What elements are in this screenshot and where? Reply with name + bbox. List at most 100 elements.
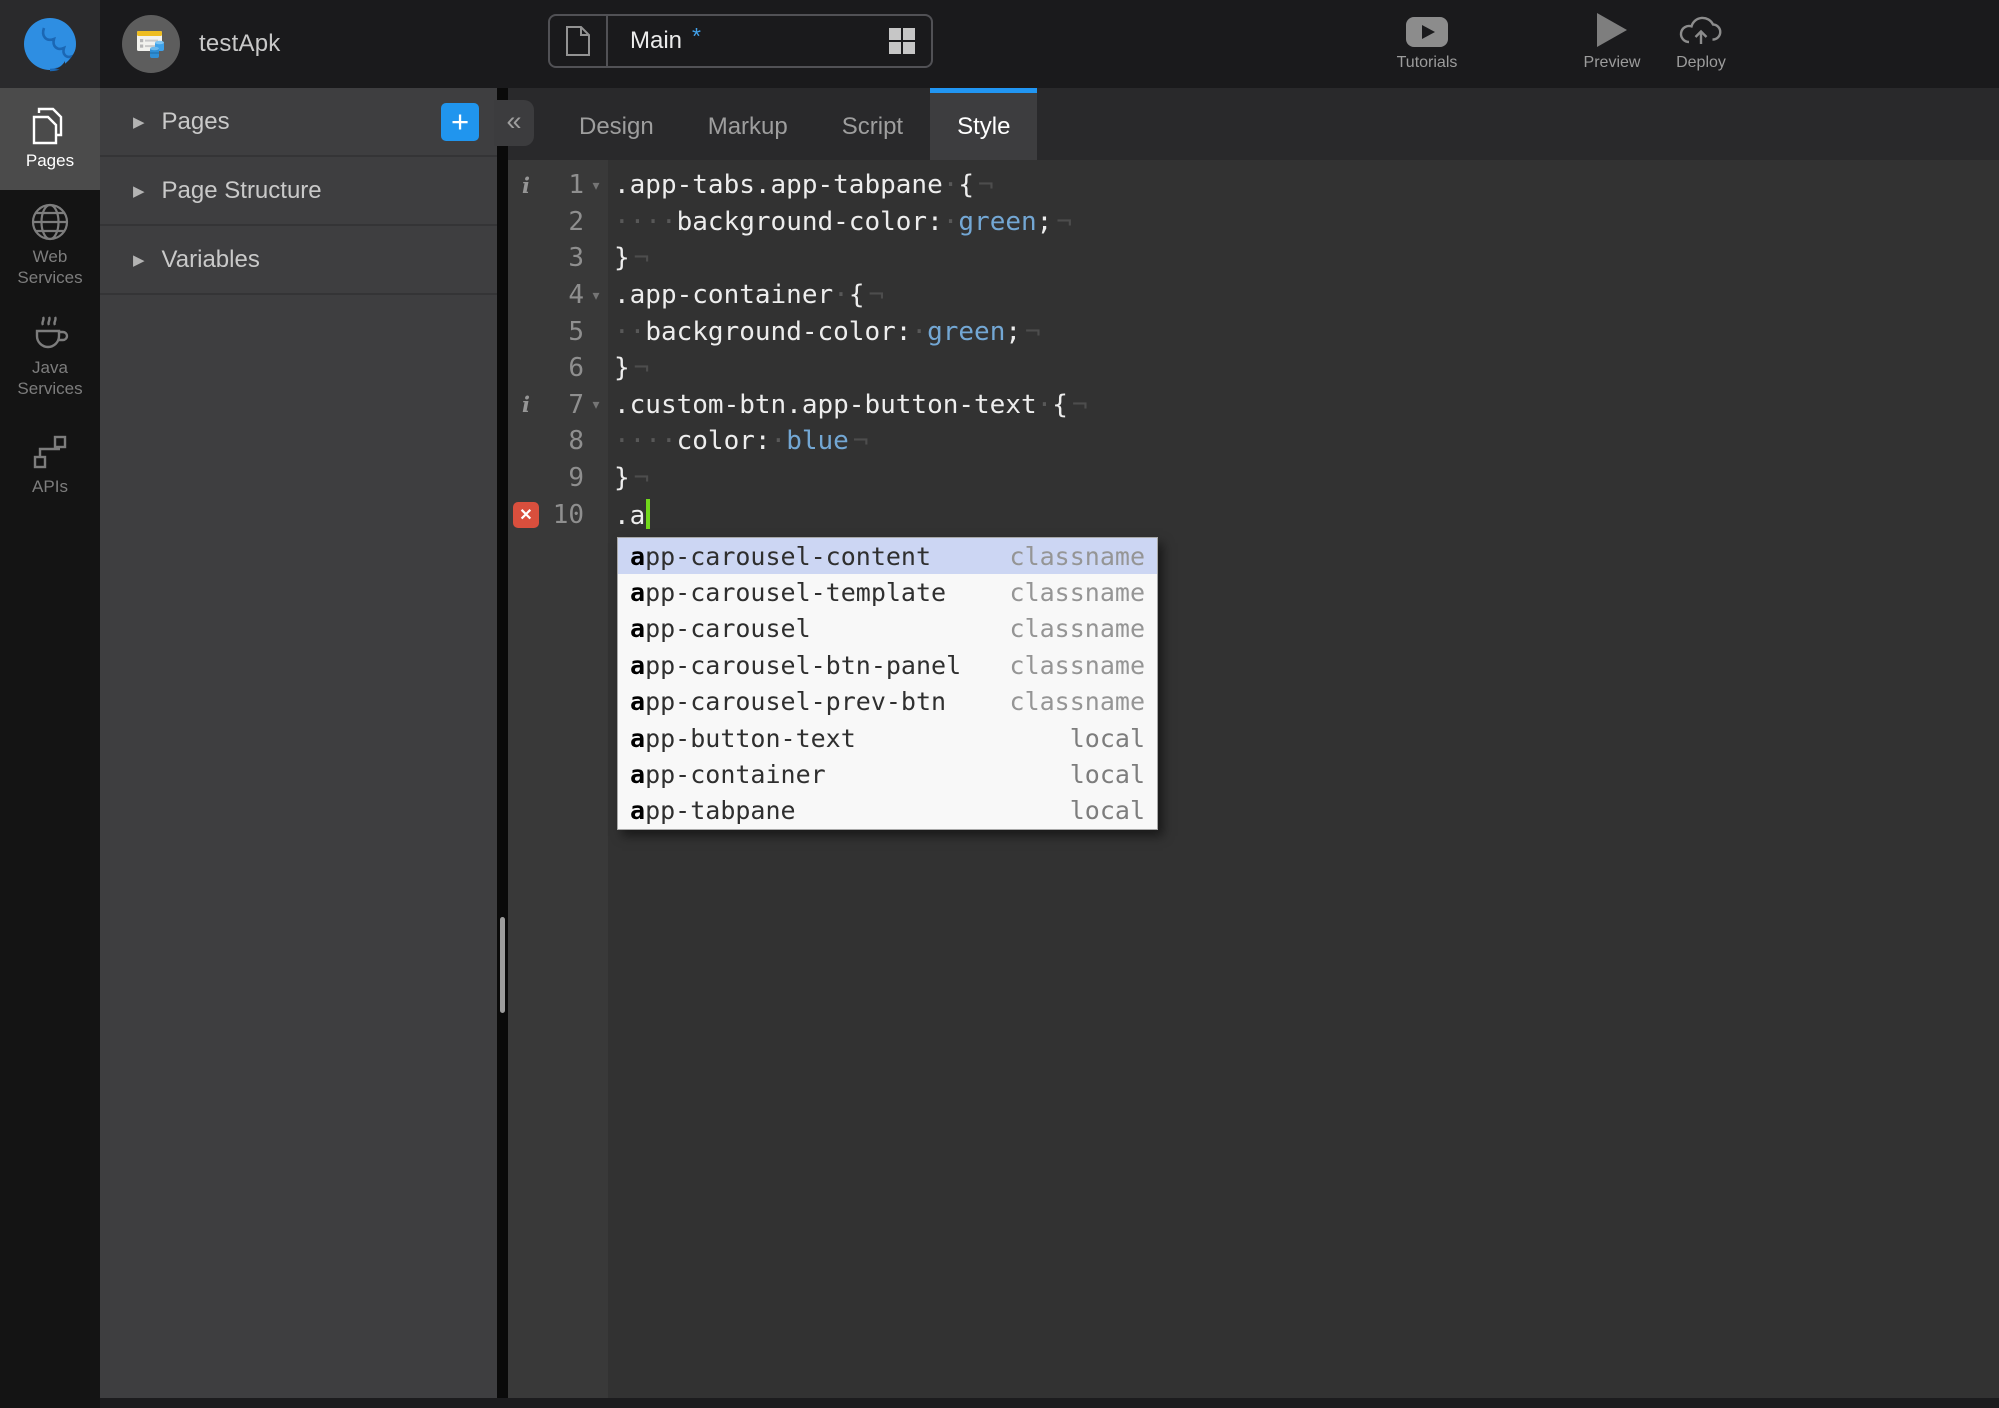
panel-collapse-button[interactable]: « xyxy=(494,100,534,146)
token-val: green xyxy=(958,206,1037,237)
suggestion-type: classname xyxy=(1009,541,1145,571)
code-line-4[interactable]: 4 ▾ .app-container·{¬ xyxy=(508,277,1999,314)
code-text: .a xyxy=(608,498,651,531)
gutter-cell: i 1 ▾ xyxy=(508,167,608,204)
matched-prefix: a xyxy=(630,760,646,790)
rail-item-java-services[interactable]: Java Services xyxy=(0,300,100,410)
rail-item-label: Web Services xyxy=(17,247,83,287)
open-page-tab[interactable]: Main * xyxy=(548,14,933,68)
rail-item-web-services[interactable]: Web Services xyxy=(0,190,100,300)
expand-arrow-icon[interactable]: ▶ xyxy=(133,113,145,131)
info-marker-icon[interactable]: i xyxy=(522,173,530,198)
expand-arrow-icon[interactable]: ▶ xyxy=(133,182,145,200)
appery-logo[interactable] xyxy=(0,0,100,88)
info-marker-icon[interactable]: i xyxy=(522,392,530,417)
text-cursor xyxy=(646,498,651,529)
panel-section-variables[interactable]: ▶ Variables xyxy=(100,226,497,295)
grid-view-button[interactable] xyxy=(888,27,916,55)
token-ws: ···· xyxy=(614,206,677,237)
wave-logo-icon xyxy=(24,18,76,72)
suggestion-app-tabpane[interactable]: app-tabpane local xyxy=(618,793,1157,829)
section-label: Pages xyxy=(161,107,230,135)
suggestion-name: app-carousel-template xyxy=(630,578,947,608)
page-doc-cell[interactable] xyxy=(550,16,608,66)
matched-prefix: a xyxy=(630,723,646,753)
rail-item-label: Java Services xyxy=(17,358,83,398)
deploy-button[interactable]: Deploy xyxy=(1646,9,1756,72)
api-nodes-icon xyxy=(30,432,70,472)
line-number: 7 xyxy=(568,389,584,420)
tab-markup[interactable]: Markup xyxy=(681,88,815,160)
token-code: .custom-btn.app-button-text xyxy=(614,389,1037,420)
suggestion-app-carousel-prev-btn[interactable]: app-carousel-prev-btn classname xyxy=(618,684,1157,720)
code-line-5[interactable]: 5 ··background-color:·green; ¬ xyxy=(508,313,1999,350)
suggestion-app-button-text[interactable]: app-button-text local xyxy=(618,720,1157,756)
rail-item-apis[interactable]: APIs xyxy=(0,410,100,520)
section-label: Page Structure xyxy=(161,176,322,204)
code-line-8[interactable]: 8 ····color:·blue ¬ xyxy=(508,423,1999,460)
expand-arrow-icon[interactable]: ▶ xyxy=(133,251,145,269)
gutter-cell: ✕ 10 xyxy=(508,496,608,533)
code-line-7[interactable]: i 7 ▾ .custom-btn.app-button-text·{¬ xyxy=(508,387,1999,424)
code-line-1[interactable]: i 1 ▾ .app-tabs.app-tabpane·{¬ xyxy=(508,167,1999,204)
fold-arrow-icon[interactable]: ▾ xyxy=(584,287,608,304)
app-window-db-icon xyxy=(137,31,164,58)
token-code: } xyxy=(614,353,630,384)
app-chip: testApk xyxy=(122,15,280,73)
rail-item-label: Pages xyxy=(25,151,75,171)
code-line-3[interactable]: 3} ¬ xyxy=(508,240,1999,277)
suggestion-app-container[interactable]: app-container local xyxy=(618,756,1157,792)
code-text: ··background-color:·green; ¬ xyxy=(608,317,1041,347)
code-text: } ¬ xyxy=(608,463,649,493)
suggestion-type: classname xyxy=(1009,614,1145,644)
fold-arrow-icon[interactable]: ▾ xyxy=(584,396,608,413)
matched-prefix: a xyxy=(630,687,646,717)
tab-style[interactable]: Style xyxy=(930,88,1038,160)
panel-section-page-structure[interactable]: ▶ Page Structure xyxy=(100,157,497,226)
suggestion-app-carousel-content[interactable]: app-carousel-content classname xyxy=(618,538,1157,575)
action-label: Tutorials xyxy=(1396,54,1458,71)
code-line-2[interactable]: 2 ····background-color:·green; ¬ xyxy=(508,204,1999,241)
gutter-cell: 4 ▾ xyxy=(508,277,608,314)
autocomplete-popup: app-carousel-content classname app-carouse… xyxy=(617,537,1158,831)
code-line-6[interactable]: 6} ¬ xyxy=(508,350,1999,387)
action-label: Preview xyxy=(1583,54,1641,71)
code-line-10[interactable]: ✕ 10 .a xyxy=(508,496,1999,533)
line-number: 10 xyxy=(552,499,584,530)
pages-icon xyxy=(31,106,69,146)
token-eol: ¬ xyxy=(633,353,650,384)
code-line-9[interactable]: 9} ¬ xyxy=(508,460,1999,497)
token-code: background-color: xyxy=(645,316,912,347)
panel-divider xyxy=(497,88,508,1408)
suggestion-app-carousel[interactable]: app-carousel classname xyxy=(618,611,1157,647)
left-icon-rail: Pages Web Services Java Services APIs xyxy=(0,88,100,1408)
token-ws: ·· xyxy=(614,316,646,347)
matched-prefix: a xyxy=(630,578,646,608)
tutorials-button[interactable]: Tutorials xyxy=(1372,9,1482,72)
token-code: { xyxy=(1052,389,1068,420)
coffee-icon xyxy=(29,311,71,353)
panel-scrollbar-thumb[interactable] xyxy=(500,917,505,1013)
token-eol: ¬ xyxy=(1056,206,1072,237)
suggestion-name: app-container xyxy=(630,760,826,790)
token-code: ; xyxy=(1036,206,1053,237)
suggestion-app-carousel-template[interactable]: app-carousel-template classname xyxy=(618,574,1157,610)
token-code: } xyxy=(614,463,630,494)
suggestion-type: classname xyxy=(1009,578,1145,608)
gutter-cell: 2 xyxy=(508,204,608,241)
bottom-scrollbar-track[interactable] xyxy=(100,1398,1999,1408)
add-page-button[interactable]: + xyxy=(441,103,479,141)
rail-item-pages[interactable]: Pages xyxy=(0,88,100,190)
fold-arrow-icon[interactable]: ▾ xyxy=(584,177,608,194)
suggestion-name: app-carousel-btn-panel xyxy=(630,650,962,680)
panel-section-pages[interactable]: ▶ Pages + xyxy=(100,88,497,157)
code-text: ····color:·blue ¬ xyxy=(608,426,868,456)
page-tab-label: Main xyxy=(630,27,683,54)
suggestion-app-carousel-btn-panel[interactable]: app-carousel-btn-panel classname xyxy=(618,647,1157,683)
tab-script[interactable]: Script xyxy=(815,88,930,160)
error-marker-icon[interactable]: ✕ xyxy=(513,501,539,528)
suggestion-type: local xyxy=(1069,723,1145,753)
code-text: } ¬ xyxy=(608,353,649,383)
tab-design[interactable]: Design xyxy=(552,88,681,160)
code-text: .custom-btn.app-button-text·{¬ xyxy=(608,390,1088,420)
